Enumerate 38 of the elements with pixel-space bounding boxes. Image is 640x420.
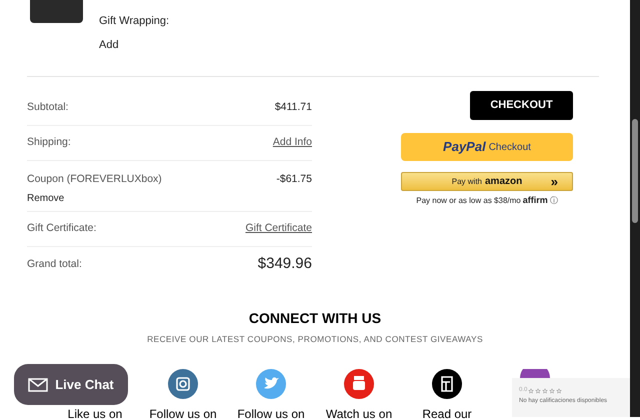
total-label: Shipping: [27,135,71,150]
amazon-pay-label: Pay with [452,176,482,188]
social-link[interactable]: Watch us on [326,405,392,420]
product-photo [30,0,83,23]
total-label: Gift Certificate: [27,221,96,236]
affirm-text: Pay now or as low as $38/mo [416,194,521,207]
paypal-logo: PayPal [443,138,486,156]
paypal-checkout-label: Checkout [488,140,531,154]
camera-icon[interactable] [168,369,198,399]
social-link[interactable]: Like us on [68,405,122,420]
scrollbar[interactable] [630,0,640,417]
book-icon[interactable] [432,369,462,399]
live-chat-button[interactable]: Live Chat [14,364,128,405]
connect-heading: CONNECT WITH US [248,309,382,328]
info-icon[interactable]: ⓘ [550,194,558,207]
social-link[interactable]: Follow us on [149,405,217,420]
gift-wrapping-add-link[interactable]: Add [99,36,170,53]
total-link[interactable]: Add Info [272,135,312,151]
amazon-logo: amazon [485,175,522,189]
total-label: Grand total: [27,256,82,272]
affirm-logo: affirm [522,194,548,207]
remove-coupon-link[interactable]: Remove [27,190,162,206]
total-value: -$61.75 [276,172,312,187]
total-link[interactable]: Gift Certificate [245,221,312,237]
total-label: Subtotal: [27,100,68,116]
gift-wrapping-label: Gift Wrapping: [99,14,170,29]
total-label: Coupon (FOREVERLUXbox) [27,172,162,187]
checkout-button[interactable]: CHECKOUT [470,91,573,120]
envelope-icon [28,378,48,392]
total-value: $349.96 [258,254,312,274]
double-arrow-icon: » [550,175,558,188]
social-link[interactable]: Follow us on [237,405,305,420]
paypal-checkout-button[interactable]: PayPal Checkout [401,133,573,161]
total-value: $411.71 [274,100,312,116]
video-icon[interactable] [344,369,374,399]
social-link[interactable]: Read our [422,405,472,420]
connect-subtitle: RECEIVE OUR LATEST COUPONS, PROMOTIONS, AND CONTEST GIVEAWAYS [147,333,483,346]
amazon-pay-button[interactable]: Pay with amazon » [401,172,573,191]
